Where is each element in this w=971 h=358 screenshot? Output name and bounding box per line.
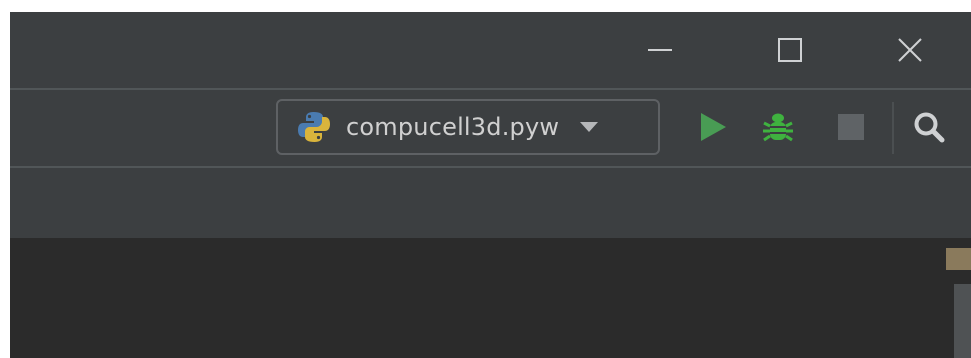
navigation-bar xyxy=(10,168,971,238)
editor-area[interactable] xyxy=(10,238,971,358)
vertical-scrollbar[interactable] xyxy=(954,284,971,358)
chevron-down-icon xyxy=(580,122,599,132)
close-icon xyxy=(898,38,922,62)
maximize-button[interactable] xyxy=(760,12,820,88)
main-toolbar: compucell3d.pyw xyxy=(10,90,971,166)
python-icon xyxy=(296,109,332,145)
play-icon xyxy=(701,113,726,141)
title-bar xyxy=(10,12,971,88)
stop-icon xyxy=(838,114,864,140)
search-everywhere-button[interactable] xyxy=(906,104,952,150)
toolbar-separator xyxy=(892,102,894,154)
run-button[interactable] xyxy=(690,104,736,150)
maximize-icon xyxy=(778,38,802,62)
minimize-button[interactable] xyxy=(630,12,690,88)
minimize-icon xyxy=(648,49,672,51)
search-icon xyxy=(914,112,945,143)
close-button[interactable] xyxy=(880,12,940,88)
ide-window: compucell3d.pyw xyxy=(10,12,971,358)
run-configuration-selector[interactable]: compucell3d.pyw xyxy=(276,99,660,155)
run-configuration-label: compucell3d.pyw xyxy=(346,113,560,141)
stop-button[interactable] xyxy=(828,104,874,150)
bug-icon xyxy=(763,113,793,142)
debug-button[interactable] xyxy=(755,104,801,150)
editor-status-marker[interactable] xyxy=(946,248,971,270)
